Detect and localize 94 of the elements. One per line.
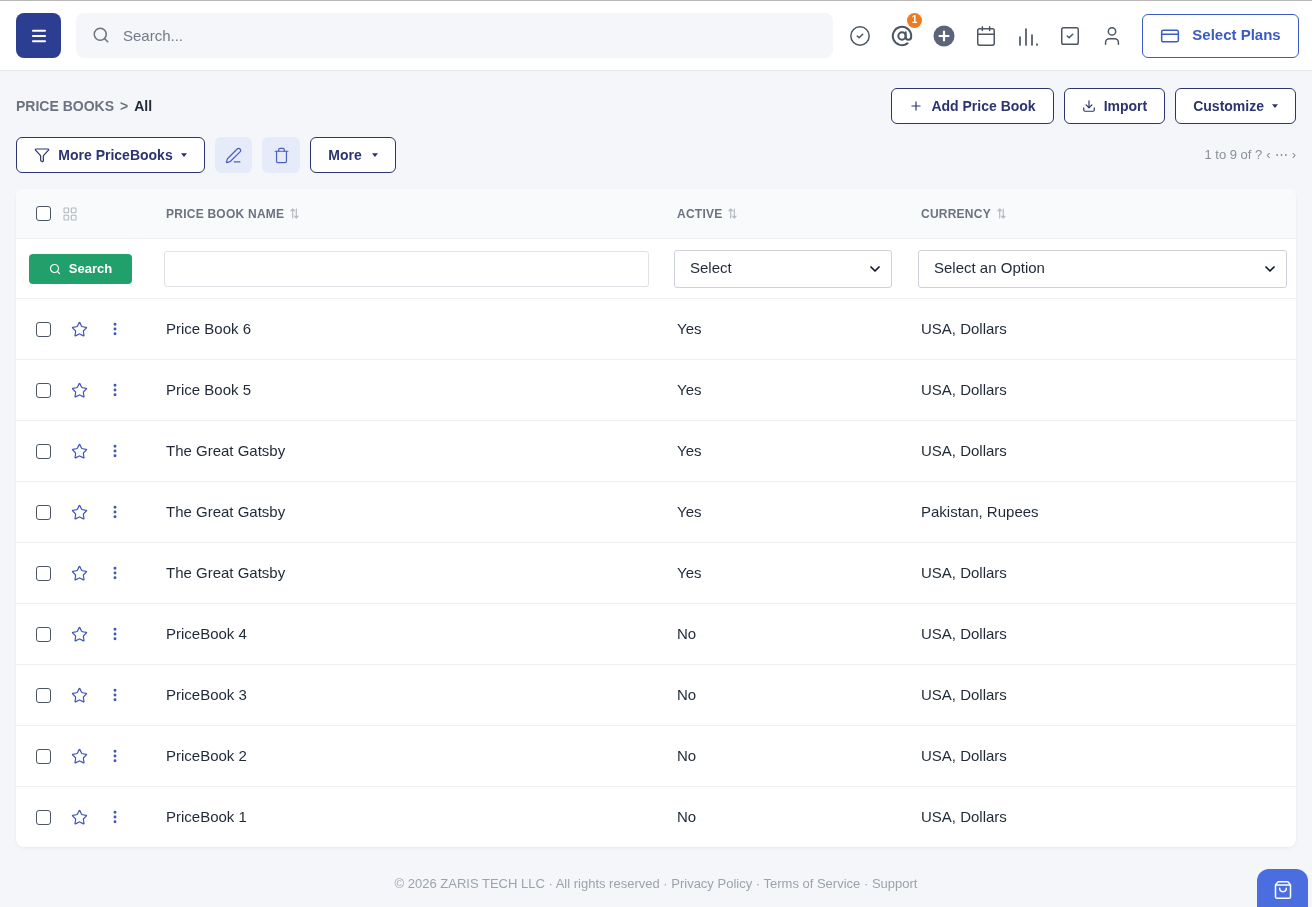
pencil-icon	[225, 146, 242, 164]
notification-badge: 1	[907, 12, 922, 28]
price-book-name: The Great Gatsby	[166, 562, 286, 583]
import-button[interactable]: Import	[1063, 88, 1166, 124]
price-book-name: Price Book 6	[166, 318, 252, 339]
download-icon	[1081, 99, 1096, 113]
price-book-name: The Great Gatsby	[166, 501, 286, 522]
active-status: No	[677, 745, 697, 766]
edit-button[interactable]	[215, 137, 252, 173]
breadcrumb-link[interactable]: PRICE BOOKS	[16, 95, 114, 117]
star-icon[interactable]	[71, 747, 88, 765]
filter-icon	[34, 147, 51, 163]
more-pricebooks-button[interactable]: More PriceBooks	[16, 137, 205, 173]
next-page-button[interactable]: ›	[1291, 145, 1296, 165]
breadcrumb-current: All	[134, 96, 153, 116]
previous-page-button[interactable]: ‹	[1266, 145, 1271, 165]
floating-action-button[interactable]	[1257, 869, 1308, 907]
star-icon[interactable]	[71, 564, 88, 582]
currency-text: USA, Dollars	[921, 318, 1007, 339]
add-price-book-button[interactable]: Add Price Book	[891, 88, 1054, 124]
row-checkbox[interactable]	[36, 504, 51, 520]
star-icon[interactable]	[71, 808, 88, 826]
active-status: Yes	[677, 379, 702, 400]
select-all-checkbox[interactable]	[36, 206, 51, 221]
star-icon[interactable]	[71, 503, 88, 521]
caret-down-icon	[371, 153, 378, 157]
pagination-range: 1 to 9 of ?	[1204, 146, 1263, 165]
plus-icon	[909, 99, 924, 113]
sort-icon	[290, 208, 300, 219]
currency-text: USA, Dollars	[921, 623, 1007, 644]
search-field[interactable]: Search...	[76, 13, 833, 58]
star-icon[interactable]	[71, 442, 88, 460]
name-filter-field[interactable]	[164, 250, 649, 287]
footer-link[interactable]: Terms of Service	[763, 876, 861, 891]
check-circle-icon[interactable]	[849, 24, 871, 47]
sort-icon	[728, 208, 738, 219]
row-checkbox[interactable]	[36, 382, 51, 398]
currency-text: USA, Dollars	[921, 379, 1007, 400]
currency-text: USA, Dollars	[921, 806, 1007, 827]
search-button[interactable]: Search	[29, 253, 132, 284]
column-header[interactable]: ACTIVE	[677, 204, 738, 223]
price-book-name: The Great Gatsby	[166, 440, 286, 461]
select-plans-button[interactable]: Select Plans	[1142, 13, 1299, 58]
currency-text: USA, Dollars	[921, 562, 1007, 583]
star-icon[interactable]	[71, 625, 88, 643]
active-status: Yes	[677, 440, 702, 461]
active-status: Yes	[677, 562, 702, 583]
price-book-name: PriceBook 1	[166, 806, 247, 827]
row-checkbox[interactable]	[36, 748, 51, 764]
footer-link[interactable]: Privacy Policy	[671, 876, 753, 891]
column-header[interactable]: CURRENCY	[921, 204, 1006, 223]
active-status: Yes	[677, 501, 702, 522]
more-button[interactable]: More	[310, 137, 396, 173]
star-icon[interactable]	[71, 320, 88, 338]
currency-text: USA, Dollars	[921, 440, 1007, 461]
sort-icon	[996, 208, 1006, 219]
plus-circle-icon[interactable]	[933, 24, 955, 47]
star-icon[interactable]	[71, 381, 88, 399]
row-checkbox[interactable]	[36, 443, 51, 459]
search-icon	[92, 26, 110, 44]
at-sign-icon[interactable]	[891, 24, 913, 47]
row-checkbox[interactable]	[36, 321, 51, 337]
active-filter-select[interactable]: Select	[674, 249, 892, 288]
checkbox-icon[interactable]	[1059, 24, 1081, 47]
active-status: No	[677, 684, 697, 705]
row-checkbox[interactable]	[36, 626, 51, 642]
active-status: No	[677, 623, 697, 644]
row-checkbox[interactable]	[36, 809, 51, 825]
column-header[interactable]: PRICE BOOK NAME	[166, 204, 300, 223]
price-book-name: PriceBook 2	[166, 745, 247, 766]
star-icon[interactable]	[71, 686, 88, 704]
caret-down-icon	[1272, 104, 1278, 108]
customize-button[interactable]: Customize	[1175, 88, 1296, 124]
footer-link[interactable]: Support	[871, 876, 918, 891]
active-status: Yes	[677, 318, 702, 339]
row-checkbox[interactable]	[36, 687, 51, 703]
currency-text: USA, Dollars	[921, 745, 1007, 766]
active-status: No	[677, 806, 697, 827]
calendar-icon[interactable]	[975, 24, 997, 47]
menu-button[interactable]	[16, 13, 61, 58]
currency-text: Pakistan, Rupees	[921, 501, 1039, 522]
price-book-name: Price Book 5	[166, 379, 252, 400]
row-checkbox[interactable]	[36, 565, 51, 581]
trash-icon	[272, 146, 290, 164]
currency-filter-select[interactable]: Select an Option	[918, 249, 1287, 288]
search-icon	[48, 262, 61, 275]
caret-down-icon	[180, 153, 187, 157]
price-book-name: PriceBook 3	[166, 684, 247, 705]
more-pages-button[interactable]: ⋯	[1274, 145, 1288, 165]
shopping-bag-icon	[1272, 880, 1293, 900]
breadcrumb-separator: >	[120, 96, 129, 116]
delete-button[interactable]	[262, 137, 300, 173]
price-book-name: PriceBook 4	[166, 623, 247, 644]
currency-text: USA, Dollars	[921, 684, 1007, 705]
